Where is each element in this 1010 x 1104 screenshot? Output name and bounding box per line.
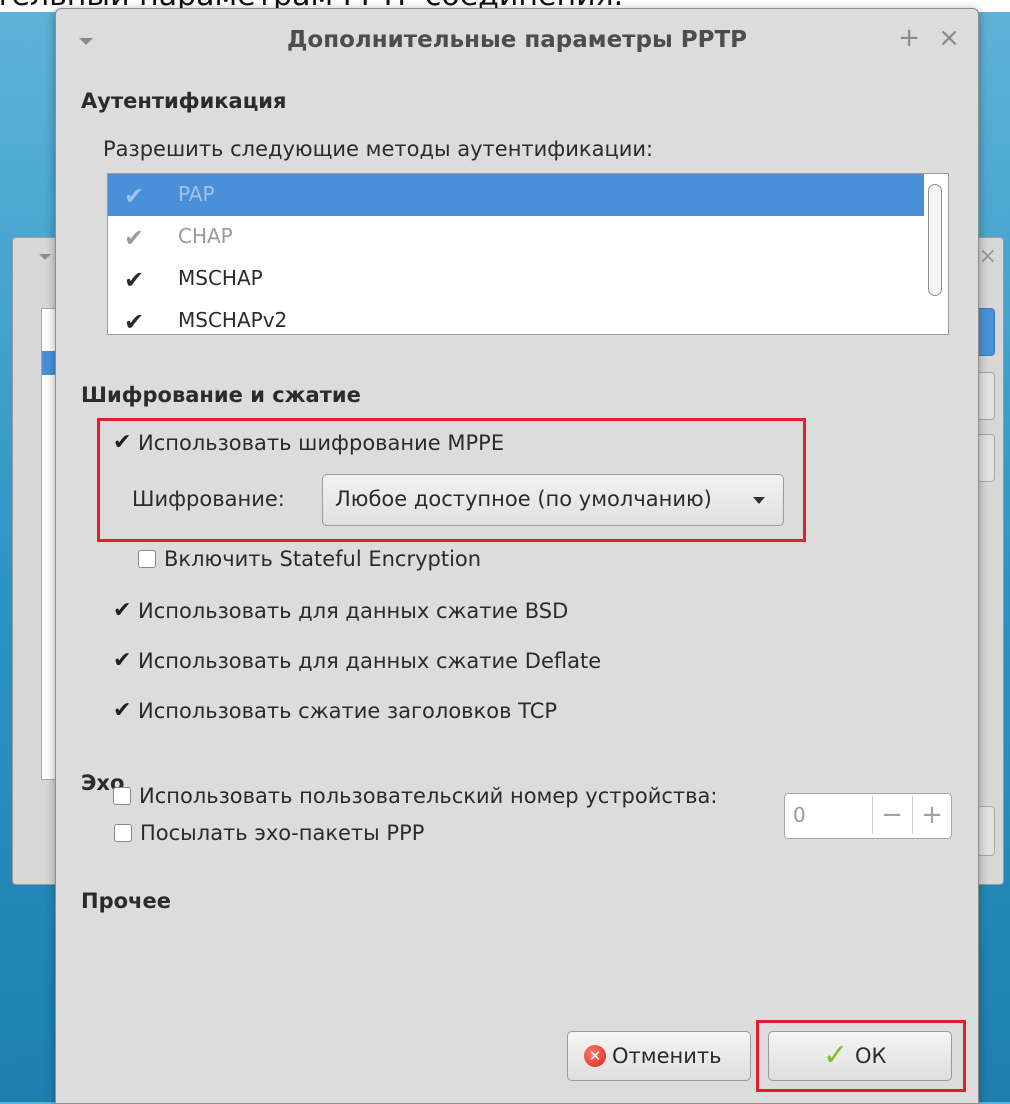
background-close-icon: × [978, 244, 997, 269]
close-icon[interactable]: × [938, 23, 960, 53]
auth-methods-list[interactable]: ✔ PAP ✔ CHAP ✔ MSCHAP ✔ MSCHAPv2 [107, 173, 949, 335]
stateful-label: Включить Stateful Encryption [164, 547, 482, 571]
tcp-label: Использовать сжатие заголовков TCP [138, 699, 558, 723]
checkbox-checked-icon[interactable]: ✔ [124, 266, 144, 294]
auth-method-label: MSCHAPv2 [178, 308, 288, 332]
auth-method-label: PAP [178, 182, 215, 206]
deflate-compression-checkbox[interactable]: Использовать для данных сжатие Deflate [113, 648, 602, 673]
auth-method-chap[interactable]: ✔ CHAP [108, 216, 924, 258]
increment-button[interactable]: + [912, 796, 951, 834]
bsd-label: Использовать для данных сжатие BSD [138, 599, 569, 623]
auth-heading: Аутентификация [81, 89, 287, 113]
send-echo-checkbox[interactable]: Посылать эхо-пакеты PPP [114, 821, 424, 845]
decrement-button[interactable]: − [872, 796, 911, 834]
auth-method-mschap[interactable]: ✔ MSCHAP [108, 258, 924, 300]
stateful-encryption-checkbox[interactable]: Включить Stateful Encryption [138, 547, 481, 571]
custom-unit-checkbox-row[interactable]: Использовать пользовательский номер устр… [113, 784, 717, 808]
dialog-title: Дополнительные параметры PPTP [286, 27, 748, 53]
auth-method-mschapv2[interactable]: ✔ MSCHAPv2 [108, 300, 924, 334]
auth-method-pap[interactable]: ✔ PAP [108, 174, 924, 216]
pptp-advanced-dialog: Дополнительные параметры PPTP + × Аутент… [55, 8, 979, 1104]
ok-highlight-box [756, 1020, 966, 1092]
list-scrollbar[interactable] [928, 184, 942, 296]
unit-number-spinner[interactable]: 0 − + [784, 793, 952, 839]
auth-method-label: MSCHAP [178, 266, 263, 290]
cancel-icon: ✕ [584, 1045, 606, 1067]
cancel-button-label: Отменить [612, 1044, 722, 1068]
checkbox-checked-icon[interactable] [113, 648, 131, 673]
deflate-label: Использовать для данных сжатие Deflate [138, 649, 602, 673]
checkbox-unchecked-icon[interactable] [138, 550, 156, 568]
cancel-button[interactable]: ✕ Отменить [567, 1031, 751, 1081]
auth-method-label: CHAP [178, 224, 233, 248]
unit-number-value[interactable]: 0 [793, 803, 806, 827]
custom-unit-label: Использовать пользовательский номер устр… [139, 784, 718, 808]
checkbox-unchecked-icon[interactable] [114, 824, 132, 842]
send-echo-label: Посылать эхо-пакеты PPP [140, 821, 425, 845]
checkbox-unchecked-icon[interactable] [113, 787, 131, 805]
tcp-header-compression-checkbox[interactable]: Использовать сжатие заголовков TCP [113, 698, 558, 723]
bsd-compression-checkbox[interactable]: Использовать для данных сжатие BSD [113, 598, 569, 623]
maximize-icon[interactable]: + [898, 23, 920, 53]
background-menu-arrow-icon [39, 254, 51, 260]
dialog-titlebar: Дополнительные параметры PPTP + × [56, 9, 978, 75]
encryption-heading: Шифрование и сжатие [81, 383, 361, 407]
misc-heading: Прочее [81, 889, 171, 913]
checkbox-checked-icon[interactable]: ✔ [124, 182, 144, 210]
mppe-highlight-box [97, 418, 806, 542]
checkbox-checked-icon[interactable] [113, 698, 131, 723]
checkbox-checked-icon[interactable] [113, 598, 131, 623]
auth-prompt: Разрешить следующие методы аутентификаци… [103, 137, 654, 161]
checkbox-checked-icon[interactable]: ✔ [124, 224, 144, 252]
checkbox-checked-icon[interactable]: ✔ [124, 308, 144, 334]
